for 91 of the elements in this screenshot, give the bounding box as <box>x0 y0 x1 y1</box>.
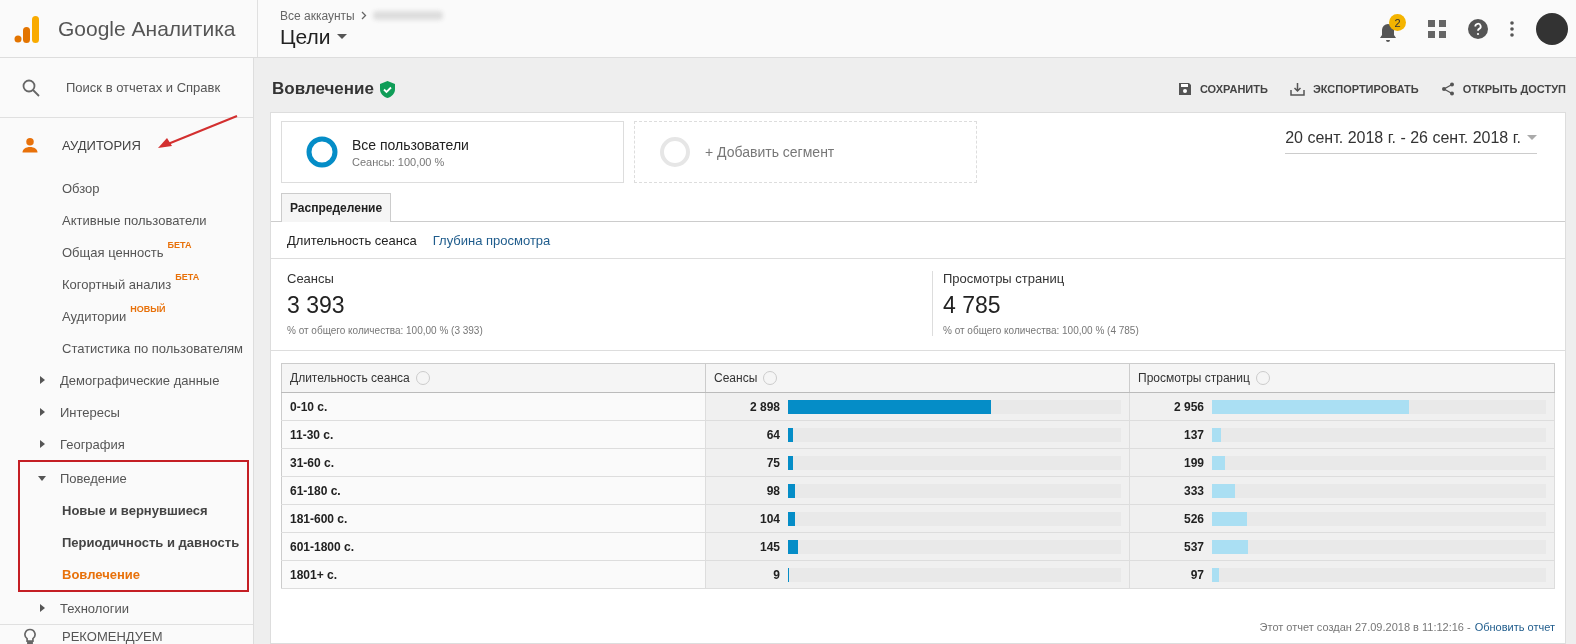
table-cell-text: 97 <box>1189 567 1204 582</box>
metric-label: Просмотры страниц <box>943 271 1066 286</box>
section-header[interactable]: РЕКОМЕНДУЕМ <box>0 624 253 644</box>
notifications-button[interactable]: 2 <box>1379 14 1406 43</box>
badge-label: БЕТА <box>167 240 192 250</box>
caret-right-icon <box>38 376 46 384</box>
tab[interactable]: Распределение <box>281 193 392 222</box>
share-icon <box>1440 82 1455 96</box>
grid-icon <box>1428 19 1446 38</box>
table-cell: 181-600 с. <box>281 504 706 533</box>
avatar[interactable] <box>1536 12 1568 45</box>
section-header[interactable]: АУДИТОРИЯ <box>0 118 253 172</box>
sidebar-item[interactable]: Периодичность и давность <box>20 526 247 558</box>
sidebar-item[interactable]: География <box>0 428 253 460</box>
table-cell-text: 137 <box>1182 427 1204 442</box>
table-cell-text: 75 <box>765 455 780 470</box>
caret-down-icon <box>1527 135 1537 141</box>
caret-right-icon <box>38 440 46 448</box>
caret-down-icon <box>38 474 46 482</box>
toolbar-button[interactable]: СОХРАНИТЬ <box>1177 82 1268 96</box>
sidebar-item[interactable]: Общая ценность БЕТА <box>0 236 253 268</box>
column-header[interactable]: Сеансы <box>705 363 1130 393</box>
caret-right-icon <box>38 604 46 612</box>
table-cell: 11-30 с. <box>281 420 706 449</box>
sidebar-item[interactable]: Обзор <box>0 172 253 204</box>
sidebar-item[interactable]: Аудитории НОВЫЙ <box>0 300 253 332</box>
table-cell-text: 145 <box>758 539 780 554</box>
table-cell-text: 199 <box>1182 455 1204 470</box>
search-field[interactable]: Поиск в отчетах и Справк <box>64 79 234 96</box>
help-button[interactable] <box>1468 18 1488 39</box>
table-cell-text: 64 <box>765 427 780 442</box>
apps-button[interactable] <box>1428 19 1446 38</box>
save-icon <box>1177 82 1192 96</box>
chevron-right-icon <box>360 11 367 20</box>
ring-icon <box>306 136 338 168</box>
metric-detail: % от общего количества: 100,00 % (4 785) <box>943 325 1140 336</box>
notification-count: 2 <box>1389 14 1406 31</box>
table-cell: 31-60 с. <box>281 448 706 477</box>
sidebar-item[interactable]: Новые и вернувшиеся <box>20 494 247 526</box>
table-cell: 1801+ с. <box>281 560 706 589</box>
person-icon <box>20 135 40 155</box>
download-icon <box>1289 82 1305 96</box>
table-cell-text: 526 <box>1182 511 1204 526</box>
metric-value: 4 785 <box>943 292 1002 319</box>
column-header[interactable]: Просмотры страниц <box>1129 363 1555 393</box>
report-timestamp: Этот отчет создан 27.09.2018 в 11:12:16 - <box>1259 621 1471 633</box>
metric-detail: % от общего количества: 100,00 % (3 393) <box>287 325 484 336</box>
report-title: Вовлечение <box>272 79 374 99</box>
sidebar-item[interactable]: Поведение <box>20 462 247 494</box>
refresh-report-link[interactable]: Обновить отчет <box>1474 621 1555 633</box>
table-cell-text: 2 956 <box>1172 399 1204 414</box>
sidebar-item[interactable]: Демографические данные <box>0 364 253 396</box>
breadcrumb[interactable]: Все аккаунты <box>280 8 355 23</box>
table-cell-text: 333 <box>1182 483 1204 498</box>
product-name: Google Аналитика <box>58 16 236 41</box>
table-cell: 0-10 с. <box>281 392 706 421</box>
date-range-picker[interactable]: 20 сент. 2018 г. - 26 сент. 2018 г. <box>1285 125 1537 154</box>
sidebar-item[interactable]: Статистика по пользователям <box>0 332 253 364</box>
analytics-logo-icon <box>14 14 40 43</box>
more-button[interactable] <box>1510 20 1514 37</box>
table-cell: 61-180 с. <box>281 476 706 505</box>
table-cell-text: 537 <box>1182 539 1204 554</box>
table-cell-text: 98 <box>765 483 780 498</box>
search-icon <box>22 78 40 97</box>
table-cell: 601-1800 с. <box>281 532 706 561</box>
table-cell-text: 104 <box>758 511 780 526</box>
sidebar-item[interactable]: Когортный анализ БЕТА <box>0 268 253 300</box>
badge-label: БЕТА <box>175 272 200 282</box>
more-vertical-icon <box>1510 20 1514 37</box>
table-cell-text: 2 898 <box>748 399 780 414</box>
bell-icon <box>1379 23 1397 43</box>
column-header[interactable]: Длительность сеанса <box>281 363 706 393</box>
table-cell-text: 9 <box>772 567 780 582</box>
toolbar-button[interactable]: ОТКРЫТЬ ДОСТУП <box>1440 82 1566 96</box>
badge-label: НОВЫЙ <box>130 304 166 314</box>
subtab-link[interactable]: Длительность сеанса <box>287 232 417 248</box>
sidebar-item[interactable]: Интересы <box>0 396 253 428</box>
subtab-link[interactable]: Глубина просмотра <box>432 232 551 248</box>
sidebar-item[interactable]: Технологии <box>0 592 253 624</box>
blurred-text <box>372 11 443 20</box>
metric-label: Сеансы <box>287 271 335 286</box>
add-segment-button[interactable]: + Добавить сегмент <box>634 121 977 183</box>
caret-down-icon <box>336 33 347 40</box>
metric-value: 3 393 <box>287 292 346 319</box>
sidebar-item[interactable]: Активные пользователи <box>0 204 253 236</box>
caret-right-icon <box>38 408 46 416</box>
help-icon <box>1468 18 1488 39</box>
ring-icon <box>659 136 691 168</box>
view-selector[interactable]: Цели <box>280 24 443 49</box>
segment-card[interactable]: Все пользователи Сеансы: 100,00 % <box>281 121 624 183</box>
toolbar-button[interactable]: ЭКСПОРТИРОВАТЬ <box>1289 82 1419 96</box>
